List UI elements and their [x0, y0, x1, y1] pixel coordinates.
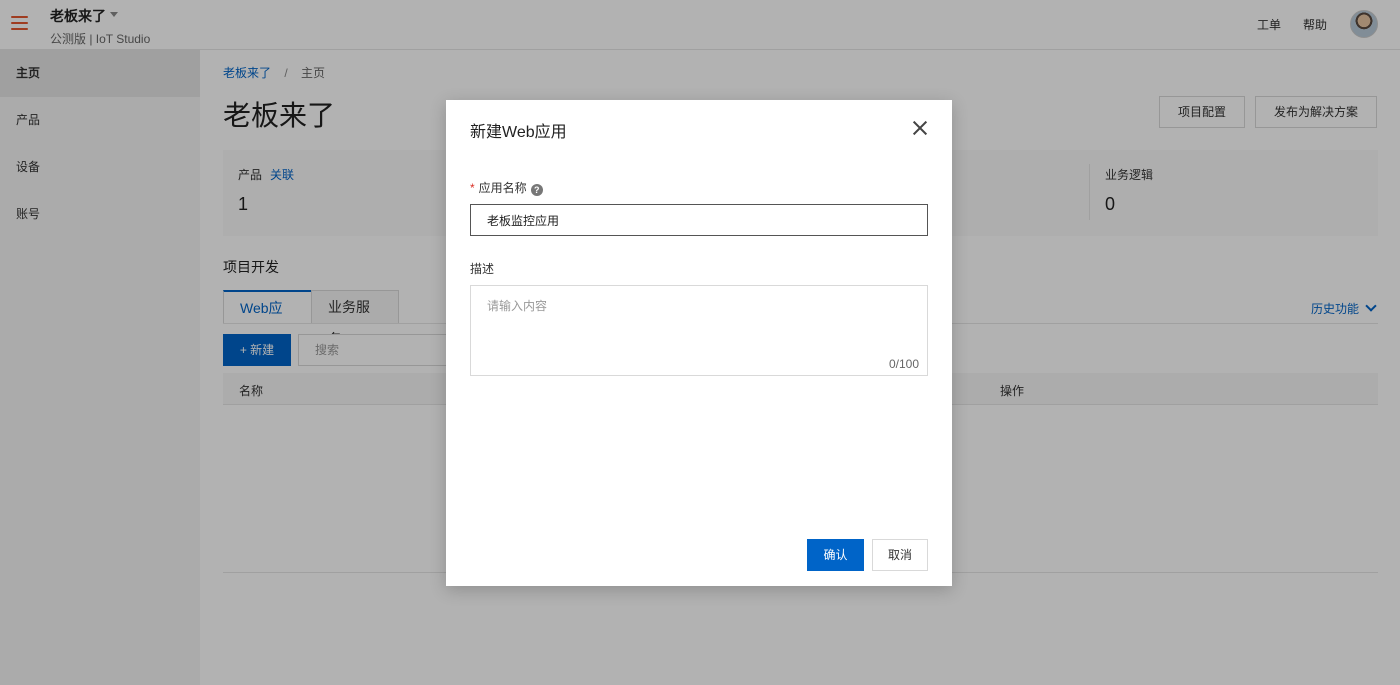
description-placeholder: 请输入内容: [487, 299, 548, 313]
description-textarea[interactable]: 请输入内容 0/100: [470, 285, 928, 376]
new-web-app-dialog: 新建Web应用 *应用名称? 描述 请输入内容 0/100 确认 取消: [446, 100, 952, 586]
confirm-button[interactable]: 确认: [807, 539, 864, 571]
app-name-label-text: 应用名称: [478, 181, 527, 195]
required-marker: *: [470, 181, 475, 195]
app-name-input[interactable]: [470, 204, 928, 236]
app-name-label: * 应用名称?: [470, 179, 543, 196]
help-icon[interactable]: ?: [530, 184, 543, 196]
close-icon[interactable]: [910, 118, 930, 138]
cancel-button[interactable]: 取消: [872, 539, 928, 571]
char-counter: 0/100: [888, 357, 919, 371]
description-label: 描述: [470, 262, 495, 276]
dialog-title: 新建Web应用: [470, 124, 567, 141]
